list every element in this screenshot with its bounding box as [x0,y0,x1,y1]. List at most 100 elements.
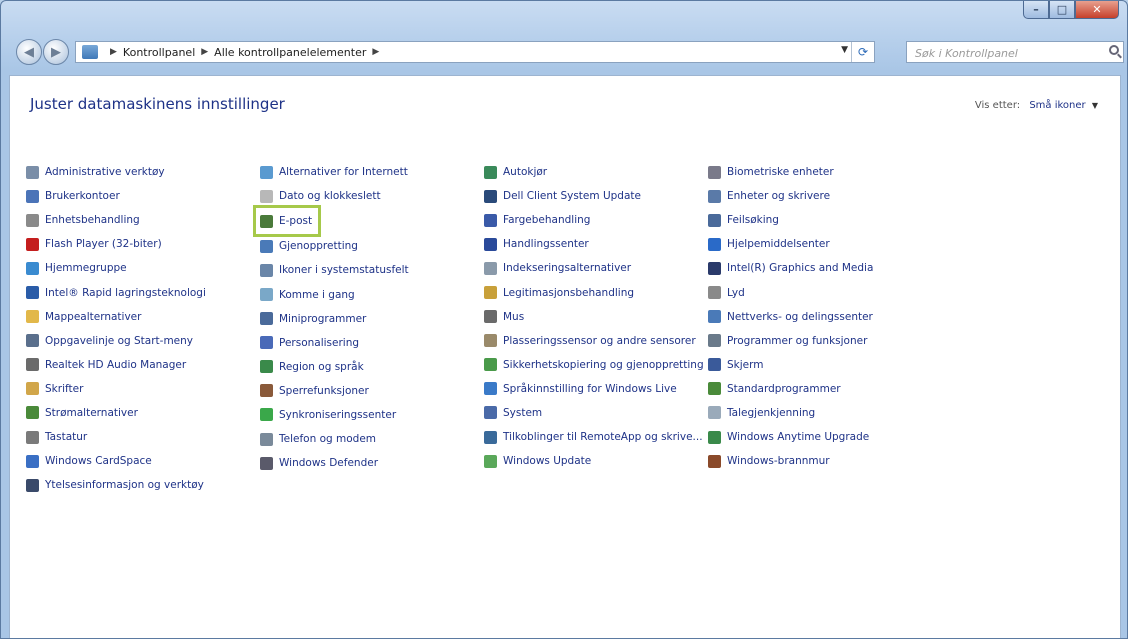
control-panel-item[interactable]: Gjenoppretting [260,234,409,258]
control-panel-item[interactable]: Mappealternativer [26,305,206,329]
control-panel-item[interactable]: Programmer og funksjoner [708,329,873,353]
control-panel-item[interactable]: Dell Client System Update [484,184,704,208]
search-input[interactable] [913,43,1097,64]
control-panel-item[interactable]: Realtek HD Audio Manager [26,353,206,377]
control-panel-item-label: Tilkoblinger til RemoteApp og skrive... [503,431,703,444]
control-panel-icon [82,45,98,59]
search-icon[interactable] [1109,45,1119,55]
control-panel-item[interactable]: Synkroniseringssenter [260,403,409,427]
control-panel-item[interactable]: Windows CardSpace [26,449,206,473]
control-panel-item[interactable]: Lyd [708,280,873,304]
refresh-icon[interactable]: ⟳ [851,42,874,62]
breadcrumb-all-items[interactable]: Alle kontrollpanelelementer [214,46,366,59]
control-panel-item[interactable]: Nettverks- og delingssenter [708,305,873,329]
control-panel-item[interactable]: Ikoner i systemstatusfelt [260,258,409,282]
minimize-button[interactable]: – [1023,1,1049,19]
folder-options-icon [26,310,39,324]
control-panel-item-label: Ikoner i systemstatusfelt [279,264,409,277]
breadcrumb-control-panel[interactable]: Kontrollpanel [123,46,195,59]
fonts-icon [26,382,39,396]
default-programs-icon [708,382,721,396]
control-panel-item-label: Enheter og skrivere [727,190,831,203]
control-panel-item-label: Dato og klokkeslett [279,190,381,203]
autoplay-icon [484,165,497,179]
control-panel-item[interactable]: Windows Update [484,449,704,473]
control-panel-item[interactable]: Tastatur [26,425,206,449]
control-panel-item[interactable]: Brukerkontoer [26,184,206,208]
control-panel-item[interactable]: Alternativer for Internett [260,160,409,184]
control-panel-item[interactable]: Windows Defender [260,451,409,475]
forward-button[interactable]: ▶ [43,39,69,65]
control-panel-item[interactable]: Talegjenkjenning [708,401,873,425]
control-panel-item[interactable]: Telefon og modem [260,427,409,451]
control-panel-item[interactable]: Skjerm [708,353,873,377]
control-panel-item[interactable]: Biometriske enheter [708,160,873,184]
control-panel-item-label: Standardprogrammer [727,382,841,395]
control-panel-item[interactable]: Feilsøking [708,208,873,232]
control-panel-item-label: Skrifter [45,382,84,395]
address-dropdown-icon[interactable]: ▼ [841,45,848,55]
control-panel-item[interactable]: System [484,401,704,425]
view-by-control: Vis etter: Små ikoner ▼ [975,100,1098,111]
control-panel-item[interactable]: Intel(R) Graphics and Media [708,256,873,280]
speech-recognition-icon [708,406,721,420]
search-box[interactable] [906,41,1124,64]
control-panel-item[interactable]: Tilkoblinger til RemoteApp og skrive... [484,425,704,449]
control-panel-item[interactable]: Skrifter [26,377,206,401]
control-panel-item[interactable]: Handlingssenter [484,232,704,256]
control-panel-item[interactable]: Flash Player (32-biter) [26,232,206,256]
address-bar[interactable]: ▶ Kontrollpanel ▶ Alle kontrollpanelelem… [75,41,875,63]
breadcrumb-separator-icon[interactable]: ▶ [372,47,379,57]
control-panel-item[interactable]: Standardprogrammer [708,377,873,401]
control-panel-item[interactable]: Sikkerhetskopiering og gjenoppretting [484,353,704,377]
items-column-4: Biometriske enheter Enheter og skrivere Fe… [708,160,873,473]
control-panel-item-label: Tastatur [45,431,88,444]
region-language-icon [260,360,273,374]
maximize-button[interactable]: □ [1049,1,1075,19]
remoteapp-icon [484,430,497,444]
devices-printers-icon [708,189,721,203]
control-panel-item[interactable]: Windows-brannmur [708,449,873,473]
control-panel-item-label: Administrative verktøy [45,166,165,179]
chevron-down-icon[interactable]: ▼ [1092,101,1098,110]
control-panel-item[interactable]: Legitimasjonsbehandling [484,280,704,304]
control-panel-item[interactable]: Enheter og skrivere [708,184,873,208]
control-panel-item[interactable]: Sperrefunksjoner [260,379,409,403]
control-panel-item-label: Miniprogrammer [279,312,367,325]
control-panel-item[interactable]: Strømalternativer [26,401,206,425]
control-panel-item[interactable]: Språkinnstilling for Windows Live [484,377,704,401]
control-panel-item[interactable]: Enhetsbehandling [26,208,206,232]
control-panel-item-label: Personalisering [279,336,360,349]
credential-manager-icon [484,286,497,300]
close-button[interactable]: ✕ [1075,1,1119,19]
control-panel-item[interactable]: Windows Anytime Upgrade [708,425,873,449]
control-panel-item[interactable]: Fargebehandling [484,208,704,232]
control-panel-item[interactable]: Personalisering [260,331,409,355]
control-panel-item[interactable]: Region og språk [260,355,409,379]
recovery-icon [260,239,273,253]
control-panel-item[interactable]: Autokjør [484,160,704,184]
caption-buttons: – □ ✕ [1023,1,1119,19]
control-panel-item[interactable]: Hjemmegruppe [26,256,206,280]
control-panel-item[interactable]: Oppgavelinje og Start-meny [26,329,206,353]
view-by-dropdown[interactable]: Små ikoner [1029,100,1085,111]
control-panel-item[interactable]: Intel® Rapid lagringsteknologi [26,280,206,304]
control-panel-item[interactable]: Mus [484,305,704,329]
page-title: Juster datamaskinens innstillinger [30,95,285,113]
control-panel-item[interactable]: E-post [252,205,322,238]
control-panel-item[interactable]: Hjelpemiddelsenter [708,232,873,256]
items-column-2: Alternativer for Internett Dato og klokke… [252,160,409,475]
control-panel-item[interactable]: Administrative verktøy [26,160,206,184]
realtek-audio-icon [26,358,39,372]
control-panel-item[interactable]: Indekseringsalternativer [484,256,704,280]
control-panel-item[interactable]: Dato og klokkeslett [260,184,409,208]
control-panel-item[interactable]: Ytelsesinformasjon og verktøy [26,473,206,497]
back-button[interactable]: ◀ [16,39,42,65]
control-panel-item[interactable]: Miniprogrammer [260,307,409,331]
defender-icon [260,456,273,470]
control-panel-item[interactable]: Komme i gang [260,282,409,306]
main-content: Juster datamaskinens innstillinger Vis e… [9,75,1121,638]
control-panel-item-label: Region og språk [279,360,364,373]
gadgets-icon [260,312,273,326]
control-panel-item[interactable]: Plasseringssensor og andre sensorer [484,329,704,353]
